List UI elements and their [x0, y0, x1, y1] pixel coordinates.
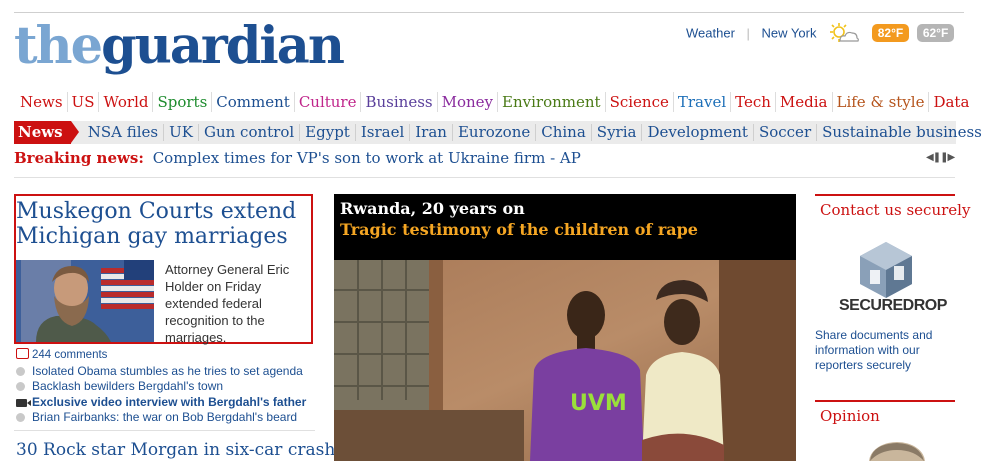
weather-widget: Weather | New York 82°F 62°F [686, 22, 955, 44]
section-link[interactable]: Culture [293, 92, 361, 112]
weather-separator: | [746, 25, 750, 41]
news-subnav: News NSA files UK Gun control Egypt Israel Ir… [14, 121, 982, 144]
subnav-link[interactable]: Development [641, 124, 752, 141]
related-link[interactable]: Isolated Obama stumbles as he tries to s… [16, 364, 316, 379]
comment-icon [16, 348, 29, 359]
subnav-link[interactable]: Sustainable business [816, 124, 987, 141]
securedrop-wordmark: SECUREDROP [839, 297, 947, 314]
lead-story-photo[interactable] [16, 260, 154, 342]
logo-the: the [14, 16, 103, 76]
top-divider [14, 12, 964, 13]
opinion-columnist-photo[interactable] [862, 440, 932, 461]
second-story-title[interactable]: 30 Rock star Morgan in six-car crash [16, 440, 335, 460]
subnav-link[interactable]: NSA files [86, 124, 163, 141]
subnav-link[interactable]: Israel [354, 124, 409, 141]
securedrop-description[interactable]: Share documents and information with our… [815, 328, 955, 373]
subnav-link[interactable]: Soccer [752, 124, 816, 141]
related-links-list: Isolated Obama stumbles as he tries to s… [16, 364, 316, 425]
feature-kicker[interactable]: Rwanda, 20 years on [340, 199, 525, 218]
subnav-link[interactable]: UK [163, 124, 198, 141]
section-link[interactable]: Tech [730, 92, 775, 112]
contact-title[interactable]: Contact us securely [820, 201, 970, 219]
section-link[interactable]: Data [928, 92, 973, 112]
ticker-pause-icon[interactable]: ◀❚❚▶ [926, 152, 955, 163]
breaking-news-label: Breaking news: [14, 149, 144, 167]
subnav-link[interactable]: China [535, 124, 591, 141]
securedrop-logo-icon[interactable] [854, 240, 918, 300]
section-link[interactable]: Science [604, 92, 673, 112]
section-link[interactable]: Sports [152, 92, 211, 112]
section-link[interactable]: Environment [497, 92, 605, 112]
lead-story-title[interactable]: Muskegon Courts extend Michigan gay marr… [16, 199, 311, 249]
shirt-text: UVM [570, 391, 627, 416]
related-link-text: Isolated Obama stumbles as he tries to s… [32, 364, 303, 378]
section-link[interactable]: Business [360, 92, 436, 112]
section-link[interactable]: News [14, 92, 67, 112]
contact-divider [815, 194, 955, 196]
temperature-low-badge: 62°F [916, 24, 955, 42]
bullet-icon [16, 382, 25, 392]
comments-link[interactable]: 244 comments [16, 347, 107, 361]
subnav-link[interactable]: Syria [590, 124, 642, 141]
logo-guardian: guardian [101, 16, 345, 76]
weather-link[interactable]: Weather [686, 26, 735, 41]
subnav-link[interactable]: Gun control [197, 124, 299, 141]
subnav-link[interactable]: Iran [409, 124, 452, 141]
section-link[interactable]: Money [436, 92, 497, 112]
related-link-text: Exclusive video interview with Bergdahl'… [32, 394, 307, 409]
section-link[interactable]: Comment [211, 92, 294, 112]
bullet-icon [16, 367, 25, 376]
related-link[interactable]: Brian Fairbanks: the war on Bob Bergdahl… [16, 410, 316, 425]
subnav-link[interactable]: Egypt [299, 124, 355, 141]
section-nav: News US World Sports Comment Culture Business M… [14, 92, 969, 114]
section-link[interactable]: Life & style [831, 92, 929, 112]
lead-story-summary: Attorney General Eric Holder on Friday e… [165, 262, 290, 345]
related-link-text: Brian Fairbanks: the war on Bob Bergdahl… [32, 409, 298, 424]
guardian-logo[interactable]: theguardian [14, 16, 345, 76]
related-link-text: Backlash bewilders Bergdahl's town [32, 379, 224, 394]
partly-cloudy-icon [828, 22, 860, 44]
feature-photo[interactable]: UVM [334, 260, 796, 461]
story-divider [14, 430, 315, 431]
subnav-news-tab[interactable]: News [14, 121, 79, 144]
related-link[interactable]: Exclusive video interview with Bergdahl'… [16, 395, 316, 410]
subnav-link[interactable]: Eurozone [451, 124, 535, 141]
section-link[interactable]: Media [774, 92, 832, 112]
section-link[interactable]: World [98, 92, 152, 112]
temperature-high-badge: 82°F [871, 24, 910, 42]
subnav-items: NSA files UK Gun control Egypt Israel Iran Eur… [86, 123, 987, 141]
opinion-divider [815, 400, 955, 402]
video-camera-icon [16, 398, 31, 407]
weather-city[interactable]: New York [762, 26, 817, 41]
breaking-news-ticker: Breaking news: Complex times for VP's so… [14, 149, 944, 171]
opinion-title[interactable]: Opinion [820, 407, 880, 425]
breaking-news-link[interactable]: Complex times for VP's son to work at Uk… [153, 149, 581, 167]
section-link[interactable]: Travel [672, 92, 730, 112]
header-divider [14, 177, 955, 178]
bullet-icon [16, 412, 25, 422]
feature-title[interactable]: Tragic testimony of the children of rape [340, 220, 698, 239]
comments-count: 244 comments [32, 349, 108, 361]
section-link[interactable]: US [66, 92, 99, 112]
related-link[interactable]: Backlash bewilders Bergdahl's town [16, 379, 316, 394]
